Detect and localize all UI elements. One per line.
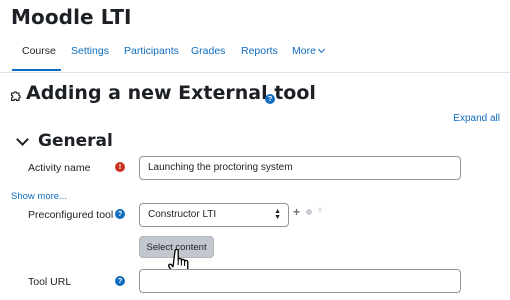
course-tabs: Course Settings Participants Grades Repo… — [0, 44, 510, 73]
required-icon: ! — [115, 162, 125, 172]
tab-more[interactable]: More — [292, 45, 325, 57]
tab-more-label: More — [292, 45, 316, 57]
tab-reports[interactable]: Reports — [241, 45, 278, 57]
remove-icon[interactable]: × — [317, 205, 323, 216]
expand-all-link[interactable]: Expand all — [453, 113, 500, 124]
tool-url-input[interactable] — [139, 269, 461, 293]
active-tab-indicator — [12, 69, 61, 71]
select-arrows-icon: ▲ ▼ — [274, 208, 281, 221]
tab-settings[interactable]: Settings — [71, 45, 109, 57]
tool-url-label: Tool URL — [28, 276, 72, 288]
tab-grades[interactable]: Grades — [191, 45, 225, 57]
tab-course[interactable]: Course — [22, 45, 56, 57]
preconfigured-tool-label: Preconfigured tool — [28, 209, 114, 221]
course-title: Moodle LTI — [11, 5, 132, 29]
tab-participants[interactable]: Participants — [124, 45, 179, 57]
preconfigured-tool-select[interactable]: Constructor LTI ▲ ▼ — [139, 203, 289, 227]
activity-name-label: Activity name — [28, 162, 91, 174]
chevron-down-icon — [317, 45, 325, 54]
chevron-down-icon[interactable] — [16, 133, 29, 146]
help-icon[interactable]: ? — [115, 276, 125, 286]
gear-icon[interactable] — [306, 209, 312, 215]
help-icon[interactable]: ? — [265, 94, 275, 104]
show-more-link[interactable]: Show more... — [11, 191, 67, 202]
activity-name-input[interactable]: Launching the proctoring system — [139, 156, 461, 180]
section-title[interactable]: General — [38, 131, 113, 151]
add-icon[interactable]: + — [293, 205, 300, 219]
puzzle-icon — [11, 91, 21, 101]
help-icon[interactable]: ? — [115, 209, 125, 219]
preconfigured-tool-value: Constructor LTI — [148, 209, 217, 220]
